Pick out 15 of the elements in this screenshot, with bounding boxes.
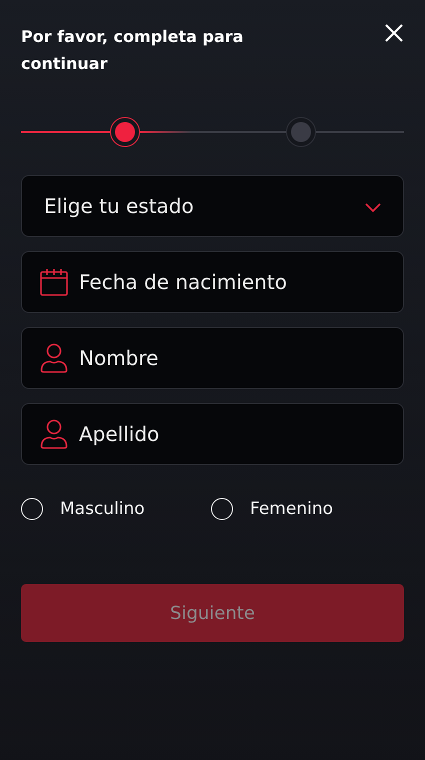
input-field[interactable]: Fecha de nacimiento	[21, 251, 404, 313]
close-icon	[384, 23, 404, 43]
chevron-down-icon	[365, 203, 381, 213]
radio-button[interactable]	[21, 498, 43, 520]
calendar-icon	[40, 268, 68, 296]
state-dropdown[interactable]: Elige tu estado	[21, 175, 404, 237]
radio-label[interactable]: Masculino	[60, 499, 145, 519]
user-icon	[40, 343, 68, 373]
input-field[interactable]: Apellido	[21, 403, 404, 465]
input-field[interactable]: Nombre	[21, 327, 404, 389]
user-icon	[40, 419, 68, 449]
close-button[interactable]	[384, 23, 404, 43]
radio-label[interactable]: Femenino	[250, 499, 333, 519]
page-title: Por favor, completa para continuar	[21, 26, 244, 75]
radio-button[interactable]	[211, 498, 233, 520]
